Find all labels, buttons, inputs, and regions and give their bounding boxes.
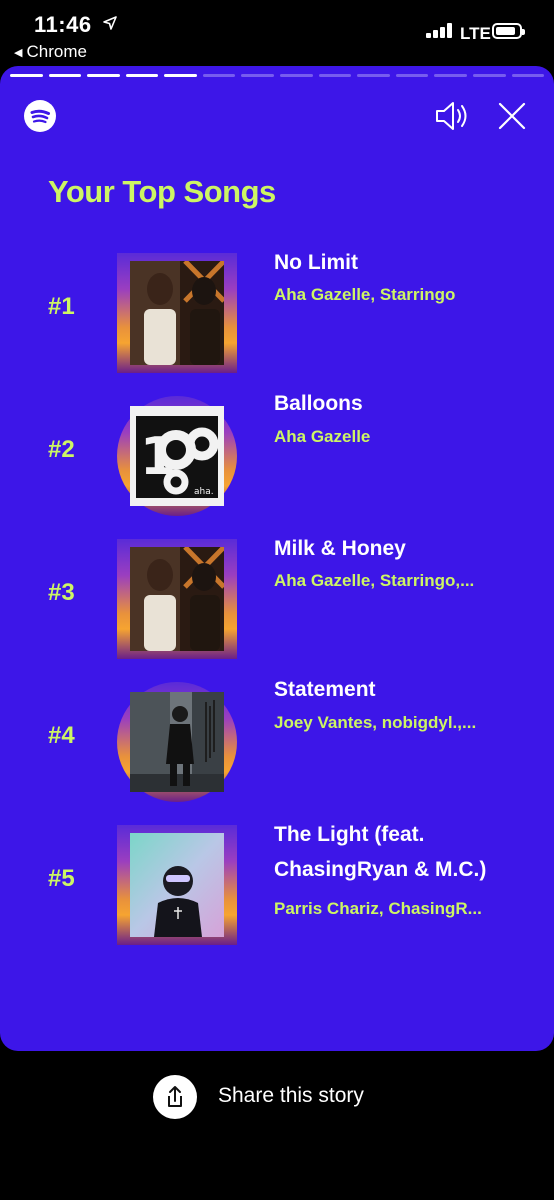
back-app-label: Chrome xyxy=(26,42,87,61)
network-type: LTE xyxy=(460,24,491,43)
progress-segment xyxy=(280,74,313,77)
song-artists: Joey Vantes, nobigdyl.,... xyxy=(274,713,477,732)
song-artists: Parris Chariz, ChasingR... xyxy=(274,899,482,918)
progress-segment xyxy=(48,74,82,77)
status-time: 11:46 xyxy=(34,12,92,37)
song-rank: #1 xyxy=(48,293,75,320)
status-bar: 11:46 ◀ Chrome LTE xyxy=(0,0,554,66)
progress-segment xyxy=(164,74,197,77)
song-rank: #5 xyxy=(48,865,75,892)
speaker-icon[interactable] xyxy=(433,96,473,136)
album-art xyxy=(117,682,237,802)
song-rank: #4 xyxy=(48,722,75,749)
song-artists: Aha Gazelle, Starringo xyxy=(274,285,456,304)
share-icon xyxy=(168,1086,182,1107)
progress-segment xyxy=(202,74,236,77)
story-title: Your Top Songs xyxy=(48,174,276,209)
battery-icon xyxy=(492,23,525,39)
progress-segment xyxy=(511,74,545,77)
location-arrow-icon xyxy=(103,16,117,30)
song-rank: #3 xyxy=(48,579,75,606)
song-title: Milk & Honey xyxy=(274,537,406,560)
progress-segment xyxy=(10,74,43,77)
progress-segment xyxy=(318,74,352,77)
song-title-continued: ChasingRyan & M.C.) xyxy=(274,858,487,881)
song-row[interactable]: #1 No Limit Aha Gazelle, Starringo xyxy=(0,251,554,373)
progress-segment xyxy=(472,74,506,77)
art-label: aha. xyxy=(194,487,214,497)
song-row[interactable]: #4 Statement Joey Vantes, nobigdyl.,... xyxy=(0,678,554,802)
progress-segment xyxy=(434,74,467,77)
song-artists: Aha Gazelle xyxy=(274,427,371,446)
share-button[interactable] xyxy=(153,1075,197,1119)
progress-segment xyxy=(125,74,159,77)
song-row[interactable]: #2 1 aha. Balloons Aha Gazelle xyxy=(0,392,554,516)
album-art: 1 aha. xyxy=(117,396,237,516)
song-title: Balloons xyxy=(274,392,363,415)
story-card[interactable]: Your Top Songs #1 No Limit Aha Gazelle, … xyxy=(0,66,554,1051)
song-title: No Limit xyxy=(274,251,358,274)
close-icon[interactable] xyxy=(496,100,528,132)
album-art xyxy=(117,825,237,945)
progress-segment xyxy=(241,74,275,77)
song-row[interactable]: #3 Milk & Honey Aha Gazelle, Starringo,.… xyxy=(0,537,554,659)
song-row[interactable]: #5 The Light (feat. ChasingRyan & M.C.) … xyxy=(0,823,554,945)
signal-icon xyxy=(426,22,456,38)
song-title: The Light (feat. xyxy=(274,823,425,846)
album-art xyxy=(117,539,237,659)
share-label[interactable]: Share this story xyxy=(218,1084,364,1108)
story-progress-bar xyxy=(10,74,545,77)
progress-segment xyxy=(357,74,390,77)
progress-segment xyxy=(395,74,429,77)
album-art xyxy=(117,253,237,373)
spotify-logo-icon xyxy=(24,100,56,132)
song-rank: #2 xyxy=(48,436,75,463)
progress-segment xyxy=(87,74,120,77)
song-artists: Aha Gazelle, Starringo,... xyxy=(274,571,475,590)
back-triangle-icon: ◀ xyxy=(14,47,23,59)
song-title: Statement xyxy=(274,678,376,701)
back-to-app-link[interactable]: ◀ Chrome xyxy=(14,42,87,62)
